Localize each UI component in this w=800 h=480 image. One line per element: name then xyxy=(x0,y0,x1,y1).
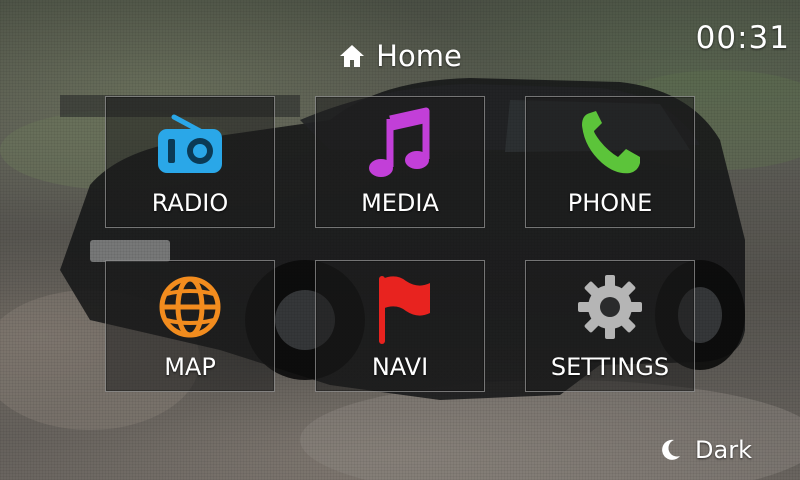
clock: 00:31 xyxy=(695,20,790,56)
phone-label: PHONE xyxy=(567,189,653,217)
settings-label: SETTINGS xyxy=(550,353,670,381)
radio-tile[interactable]: RADIO xyxy=(105,96,275,228)
media-tile[interactable]: MEDIA xyxy=(315,96,485,228)
flag-icon xyxy=(379,276,430,344)
gear-icon xyxy=(578,275,642,339)
navi-label: NAVI xyxy=(371,353,429,381)
page-title: Home xyxy=(376,39,462,73)
map-label: MAP xyxy=(164,353,216,381)
page-header: Home xyxy=(0,34,800,78)
radio-icon xyxy=(158,114,222,173)
navi-tile[interactable]: NAVI xyxy=(315,260,485,392)
dark-mode-toggle[interactable]: Dark xyxy=(657,436,752,464)
moon-icon xyxy=(662,439,681,460)
radio-label: RADIO xyxy=(151,189,229,217)
home-icon xyxy=(340,45,365,67)
phone-icon xyxy=(582,111,640,174)
map-tile[interactable]: MAP xyxy=(105,260,275,392)
settings-tile[interactable]: SETTINGS xyxy=(525,260,695,392)
media-label: MEDIA xyxy=(361,189,439,217)
phone-tile[interactable]: PHONE xyxy=(525,96,695,228)
music-note-icon xyxy=(369,107,430,177)
globe-icon xyxy=(159,276,221,338)
dark-mode-label: Dark xyxy=(695,436,752,464)
